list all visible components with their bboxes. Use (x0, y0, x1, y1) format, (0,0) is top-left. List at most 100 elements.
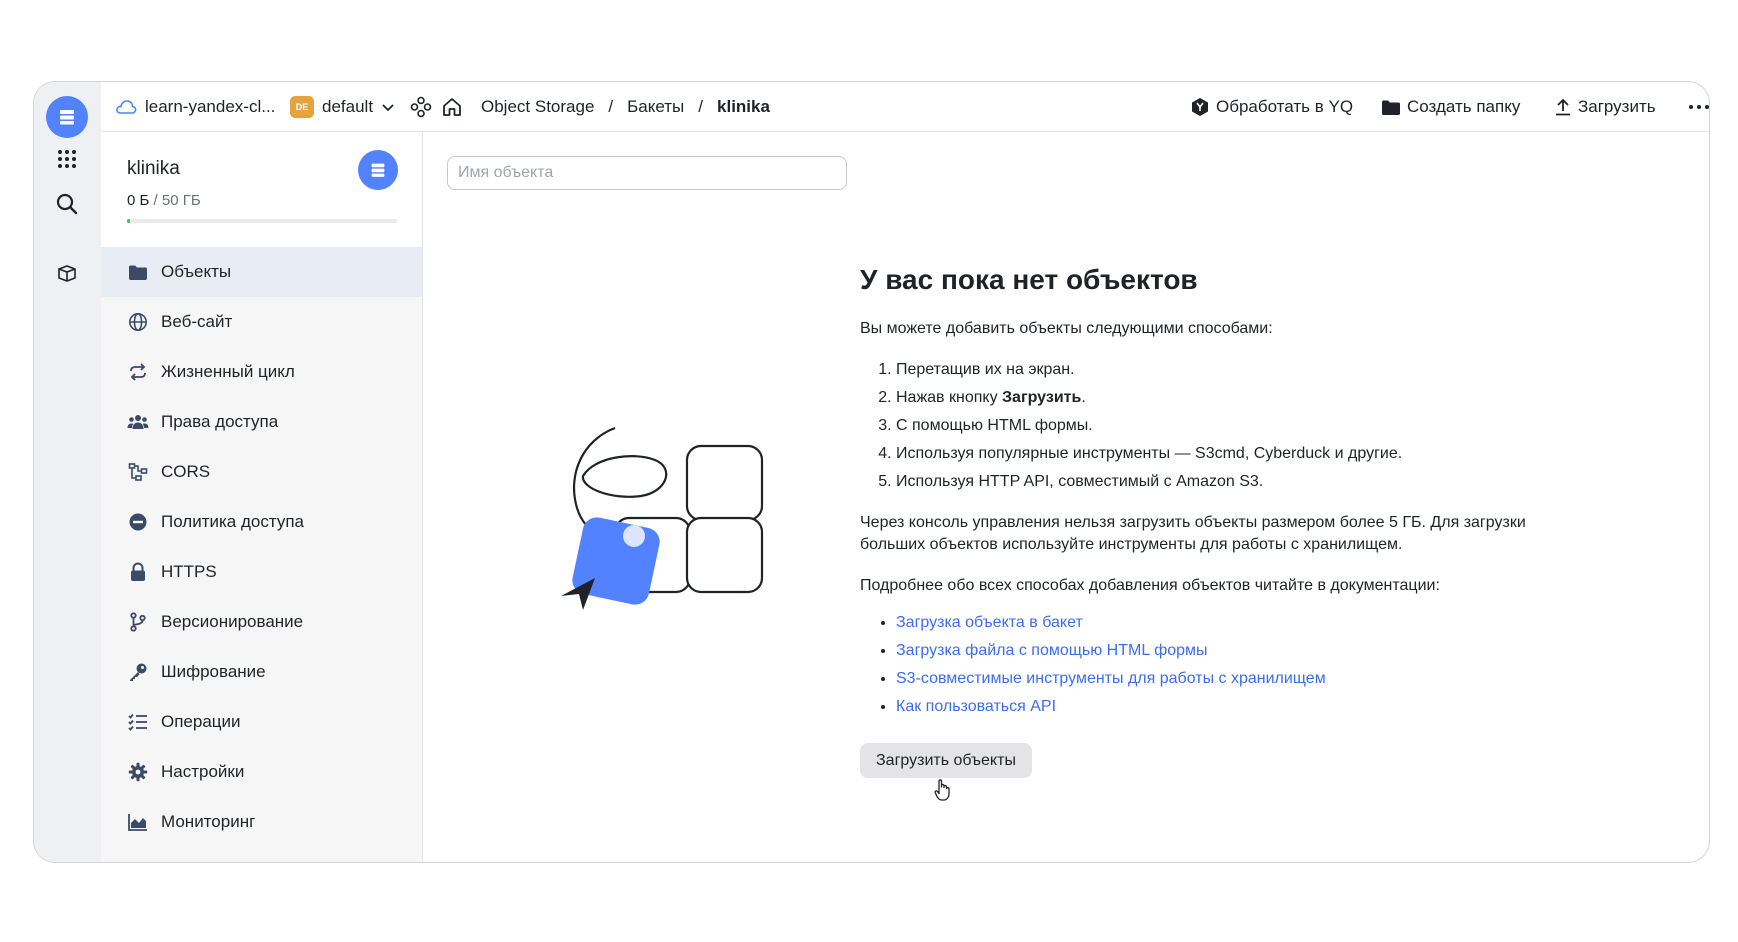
breadcrumb-separator: / (698, 97, 704, 116)
list-item: Загрузка файла с помощью HTML формы (896, 637, 1560, 665)
sidebar-item-encryption[interactable]: Шифрование (101, 647, 422, 697)
breadcrumb-buckets[interactable]: Бакеты (627, 97, 684, 117)
key-icon (127, 661, 149, 683)
list-item: Нажав кнопку Загрузить. (896, 384, 1560, 412)
sidebar-item-label: Мониторинг (161, 812, 256, 831)
sidebar-item-lifecycle[interactable]: Жизненный цикл (101, 347, 422, 397)
doc-link-s3-tools[interactable]: S3-совместимые инструменты для работы с … (896, 670, 1326, 687)
doc-link-html-form[interactable]: Загрузка файла с помощью HTML формы (896, 642, 1208, 659)
bucket-size: 0 Б / 50 ГБ (127, 192, 201, 209)
list-item: Используя популярные инструменты — S3cmd… (896, 440, 1560, 468)
sidebar-item-settings[interactable]: Настройки (101, 747, 422, 797)
sidebar-item-label: Права доступа (161, 412, 279, 431)
folder-badge: DE (290, 96, 314, 118)
list-item: Как пользоваться API (896, 693, 1560, 721)
list-item: S3-совместимые инструменты для работы с … (896, 665, 1560, 693)
breadcrumb: Object Storage / Бакеты / klinika (481, 82, 770, 132)
branch-icon (127, 611, 149, 633)
sidebar-item-versioning[interactable]: Версионирование (101, 597, 422, 647)
sidebar-item-label: Политика доступа (161, 512, 304, 531)
upload-icon (1556, 98, 1570, 116)
folder-selector[interactable]: DE default (290, 82, 395, 132)
home-icon[interactable] (441, 82, 463, 132)
apps-grid-icon[interactable] (46, 138, 88, 180)
process-yq-label: Обработать в YQ (1216, 97, 1354, 116)
list-item: Используя HTTP API, совместимый с Amazon… (896, 468, 1560, 496)
more-options-icon[interactable] (1688, 82, 1709, 132)
bucket-sidebar: klinika 0 Б / 50 ГБ Объекты Веб-сайт Жиз… (101, 132, 423, 862)
sidebar-item-website[interactable]: Веб-сайт (101, 297, 422, 347)
chart-icon (127, 811, 149, 833)
empty-state-title: У вас пока нет объектов (860, 264, 1198, 295)
create-folder-label: Создать папку (1407, 97, 1521, 116)
yq-icon (1192, 98, 1208, 116)
bucket-size-used: 0 Б (127, 192, 150, 209)
upload-objects-button[interactable]: Загрузить объекты (860, 743, 1032, 778)
folder-plus-icon (1382, 100, 1400, 115)
sidebar-item-access-policy[interactable]: Политика доступа (101, 497, 422, 547)
list-item: Загрузка объекта в бакет (896, 609, 1560, 637)
sidebar-item-label: HTTPS (161, 562, 217, 581)
breadcrumb-current-bucket: klinika (717, 97, 770, 116)
sidebar-item-objects[interactable]: Объекты (101, 247, 422, 297)
empty-state: У вас пока нет объектов Вы можете добави… (860, 264, 1560, 778)
doc-link-api[interactable]: Как пользоваться API (896, 698, 1056, 715)
users-icon (127, 411, 149, 433)
chevron-down-icon (382, 104, 394, 112)
bucket-size-total: 50 ГБ (161, 192, 201, 209)
create-folder-button[interactable]: Создать папку (1381, 82, 1520, 132)
sidebar-item-label: Настройки (161, 762, 245, 781)
upload-ways-list: Перетащив их на экран. Нажав кнопку Загр… (896, 356, 1560, 496)
breadcrumb-object-storage[interactable]: Object Storage (481, 97, 594, 117)
gear-icon (127, 761, 149, 783)
cloud-name: learn-yandex-cl... (145, 97, 276, 116)
sidebar-item-label: Веб-сайт (161, 312, 233, 331)
bucket-name: klinika (127, 158, 180, 179)
docs-intro: Подробнее обо всех способах добавления о… (860, 577, 1440, 594)
cloud-icon (116, 100, 137, 114)
bucket-nav: Объекты Веб-сайт Жизненный цикл Права до… (101, 247, 422, 847)
breadcrumb-separator: / (608, 97, 614, 116)
list-item-suffix: . (1081, 389, 1086, 406)
sidebar-item-label: Жизненный цикл (161, 362, 295, 381)
sidebar-item-access-rights[interactable]: Права доступа (101, 397, 422, 447)
sidebar-item-operations[interactable]: Операции (101, 697, 422, 747)
list-item: Перетащив их на экран. (896, 356, 1560, 384)
empty-state-illustration (555, 426, 775, 631)
services-icon[interactable] (410, 82, 432, 132)
hand-cursor-icon (934, 778, 952, 807)
bucket-usage-bar (127, 219, 397, 223)
object-name-search-input[interactable] (447, 156, 847, 190)
lock-icon (127, 561, 149, 583)
folder-icon (127, 261, 149, 283)
upload-label: Загрузить (1578, 97, 1656, 116)
upload-button-reference: Загрузить (1002, 389, 1082, 406)
bucket-icon (358, 150, 398, 190)
size-limit-note: Через консоль управления нельзя загрузит… (860, 514, 1526, 553)
process-yq-button[interactable]: Обработать в YQ (1190, 82, 1353, 132)
storage-service-icon[interactable] (46, 96, 88, 138)
policy-icon (127, 511, 149, 533)
doc-link-upload-object[interactable]: Загрузка объекта в бакет (896, 614, 1083, 631)
sidebar-item-label: Версионирование (161, 612, 304, 631)
marketplace-box-icon[interactable] (46, 252, 88, 294)
sidebar-item-https[interactable]: HTTPS (101, 547, 422, 597)
cors-icon (127, 461, 149, 483)
upload-button[interactable]: Загрузить (1554, 82, 1656, 132)
bucket-usage-fill (127, 219, 130, 223)
sidebar-item-label: Объекты (161, 262, 232, 281)
sidebar-item-monitoring[interactable]: Мониторинг (101, 797, 422, 847)
top-header: learn-yandex-cl... DE default Object Sto… (101, 82, 1709, 132)
sidebar-item-cors[interactable]: CORS (101, 447, 422, 497)
cloud-selector[interactable]: learn-yandex-cl... (115, 82, 275, 132)
sidebar-item-label: CORS (161, 462, 211, 481)
list-icon (127, 711, 149, 733)
search-icon[interactable] (46, 183, 88, 225)
folder-name: default (322, 97, 374, 116)
empty-state-intro: Вы можете добавить объекты следующими сп… (860, 320, 1273, 337)
docs-links-list: Загрузка объекта в бакет Загрузка файла … (896, 609, 1560, 721)
sidebar-item-label: Операции (161, 712, 241, 731)
bucket-summary: klinika 0 Б / 50 ГБ (101, 132, 422, 247)
left-rail (34, 82, 101, 862)
sidebar-item-label: Шифрование (161, 662, 266, 681)
